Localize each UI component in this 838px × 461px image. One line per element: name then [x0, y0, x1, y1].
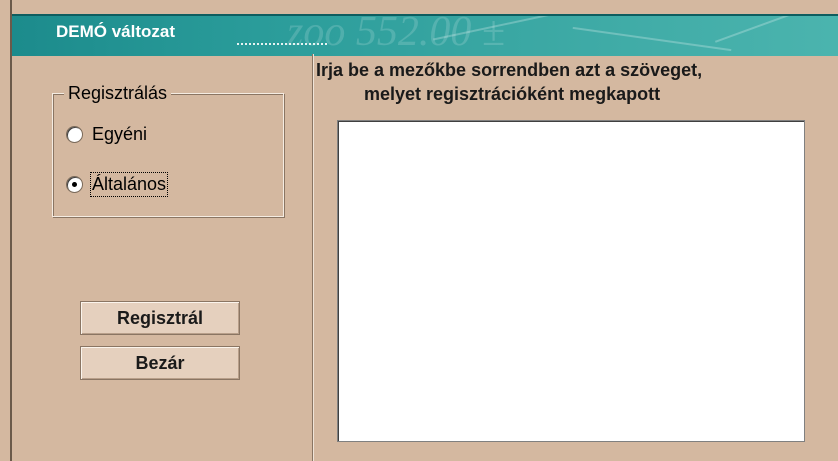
banner-watermark: zoo 552.00 ±: [287, 14, 505, 55]
radio-individual-indicator[interactable]: [66, 126, 83, 143]
close-button[interactable]: Bezár: [80, 346, 240, 380]
window-left-border: [0, 0, 12, 461]
radio-individual-label: Egyéni: [92, 124, 148, 144]
instruction-line-1: Irja be a mezőkbe sorrendben azt a szöve…: [316, 60, 703, 80]
instruction-line-2: melyet regisztrációként megkapott: [364, 84, 661, 104]
banner-dotted-line: [237, 43, 327, 45]
banner-title: DEMÓ változat: [56, 22, 176, 41]
radio-general-label: Általános: [89, 172, 169, 197]
registration-code-input[interactable]: [337, 120, 805, 442]
radio-general-indicator[interactable]: [66, 176, 83, 193]
radio-option-individual[interactable]: Egyéni: [66, 124, 147, 145]
banner-decoration: [714, 16, 820, 43]
register-button[interactable]: Regisztrál: [80, 301, 240, 335]
registration-window: zoo 552.00 ± DEMÓ változat Regisztrálás …: [0, 0, 838, 461]
demo-banner: zoo 552.00 ± DEMÓ változat: [12, 14, 838, 56]
registration-groupbox: [52, 93, 284, 217]
radio-option-general[interactable]: Általános: [66, 172, 169, 197]
banner-decoration: [572, 26, 732, 52]
panel-separator: [312, 54, 314, 461]
registration-group-legend: Regisztrálás: [64, 83, 172, 104]
